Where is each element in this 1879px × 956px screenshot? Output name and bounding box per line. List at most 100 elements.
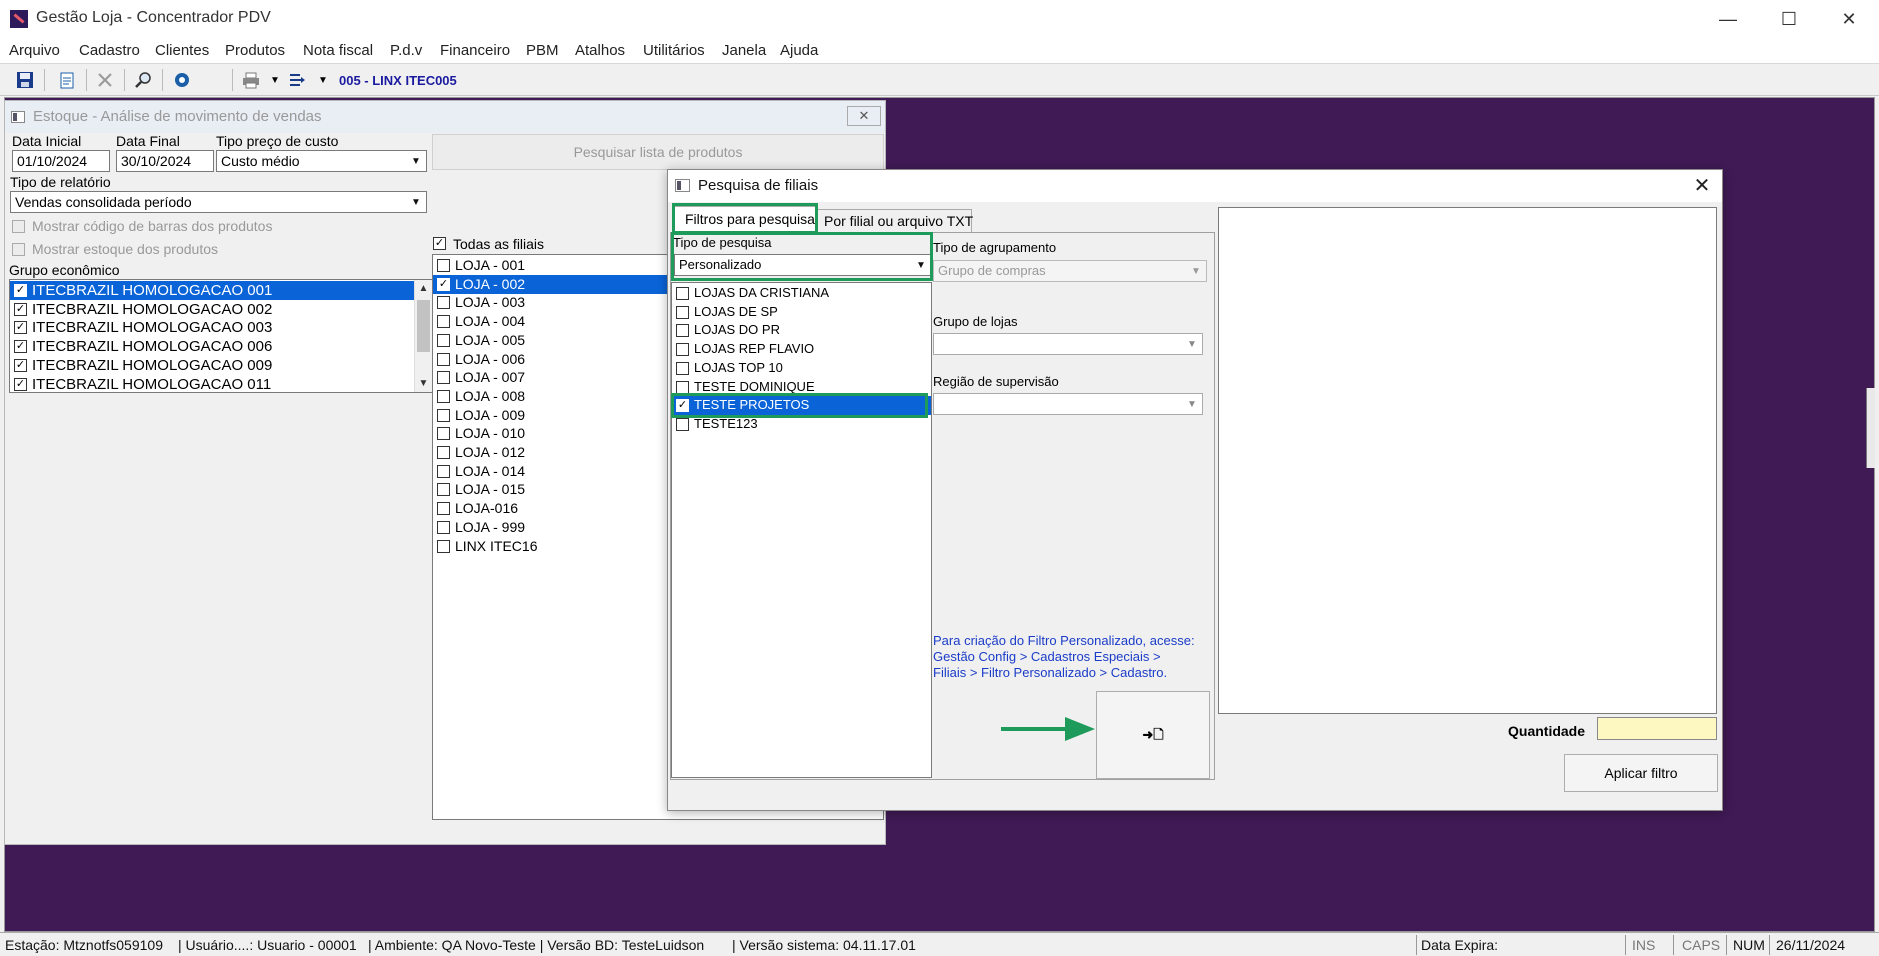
list-item[interactable]: ✓ TESTE PROJETOS: [672, 396, 931, 416]
scrollbar-thumb[interactable]: [417, 300, 430, 352]
list-item[interactable]: LOJAS REP FLAVIO: [672, 340, 931, 359]
list-item[interactable]: LOJAS TOP 10: [672, 359, 931, 378]
mostrar-estoque-checkbox[interactable]: [12, 243, 25, 256]
tipo-preco-select[interactable]: Custo médio ▼: [216, 150, 427, 172]
list-item-checkbox[interactable]: [437, 520, 450, 534]
list-item[interactable]: ✓ ITECBRAZIL HOMOLOGACAO 009: [10, 356, 414, 375]
grupo-lojas-select[interactable]: ▼: [933, 333, 1203, 355]
list-item-checkbox[interactable]: ✓: [14, 358, 27, 372]
list-item-checkbox[interactable]: [437, 296, 450, 310]
add-filter-arrow-icon[interactable]: ➜🗋: [1096, 691, 1210, 779]
scroll-up-icon[interactable]: ▲: [415, 280, 432, 297]
list-item-checkbox[interactable]: [676, 417, 689, 431]
tab-por-filial[interactable]: Por filial ou arquivo TXT: [818, 209, 973, 232]
todas-filiais-checkbox[interactable]: ✓: [433, 237, 446, 250]
menu-utilitarios[interactable]: Utilitários: [643, 42, 705, 59]
menu-financeiro[interactable]: Financeiro: [440, 42, 510, 59]
menu-produtos[interactable]: Produtos: [225, 42, 285, 59]
tab-filtros-pesquisa[interactable]: Filtros para pesquisa: [674, 206, 818, 232]
list-item-checkbox[interactable]: [437, 315, 450, 329]
estoque-window-titlebar[interactable]: Estoque - Análise de movimento de vendas…: [5, 101, 885, 133]
list-item-checkbox[interactable]: [437, 427, 450, 441]
list-item[interactable]: LOJAS DO PR: [672, 321, 931, 340]
selected-filiais-list[interactable]: [1218, 207, 1717, 714]
tipo-agrupamento-select[interactable]: Grupo de compras ▼: [933, 260, 1207, 282]
chevron-down-icon[interactable]: ▼: [1186, 261, 1206, 281]
menu-ajuda[interactable]: Ajuda: [780, 42, 818, 59]
list-item[interactable]: ✓ ITECBRAZIL HOMOLOGACAO 003: [10, 318, 414, 337]
list-item-checkbox[interactable]: [437, 539, 450, 553]
dialog-titlebar[interactable]: Pesquisa de filiais ✕: [668, 170, 1722, 202]
list-item-checkbox[interactable]: ✓: [14, 321, 27, 335]
dialog-close-button[interactable]: ✕: [1688, 173, 1716, 199]
menu-clientes[interactable]: Clientes: [155, 42, 209, 59]
new-document-icon[interactable]: [56, 69, 78, 91]
list-item-checkbox[interactable]: ✓: [14, 340, 27, 354]
list-item-checkbox[interactable]: ✓: [14, 302, 27, 316]
tipo-pesquisa-select[interactable]: Personalizado ▼: [674, 254, 932, 276]
list-item-checkbox[interactable]: [676, 305, 689, 319]
save-icon[interactable]: [14, 69, 36, 91]
filtros-personalizados-list[interactable]: TESTE123 ✓ TESTE PROJETOS TESTE DOMINIQUE LO…: [671, 282, 932, 778]
tipo-relatorio-select[interactable]: Vendas consolidada período ▼: [10, 191, 427, 213]
list-item-checkbox[interactable]: ✓: [676, 399, 689, 413]
chevron-down-icon[interactable]: ▼: [1182, 334, 1202, 354]
maximize-button[interactable]: ☐: [1766, 4, 1812, 34]
search-icon[interactable]: [132, 69, 154, 91]
list-item-checkbox[interactable]: [437, 464, 450, 478]
pesquisar-lista-produtos-button[interactable]: Pesquisar lista de produtos: [432, 134, 884, 170]
menu-pdv[interactable]: P.d.v: [390, 42, 422, 59]
list-item-checkbox[interactable]: [437, 333, 450, 347]
list-item-checkbox[interactable]: [437, 483, 450, 497]
list-item-checkbox[interactable]: [437, 352, 450, 366]
print-icon[interactable]: [240, 69, 262, 91]
list-item-checkbox[interactable]: [437, 259, 450, 272]
menu-pbm[interactable]: PBM: [526, 42, 559, 59]
list-item-checkbox[interactable]: ✓: [437, 277, 450, 291]
settings-icon[interactable]: [171, 69, 193, 91]
data-final-input[interactable]: 30/10/2024: [116, 150, 214, 172]
list-item[interactable]: TESTE123: [672, 415, 931, 434]
scroll-down-icon[interactable]: ▼: [415, 375, 432, 392]
list-item-checkbox[interactable]: ✓: [14, 377, 27, 391]
list-item-checkbox[interactable]: [437, 389, 450, 403]
list-item[interactable]: ✓ ITECBRAZIL HOMOLOGACAO 011: [10, 375, 414, 392]
list-item-checkbox[interactable]: [437, 408, 450, 422]
list-item-checkbox[interactable]: [676, 361, 689, 375]
chevron-down-icon[interactable]: ▼: [406, 192, 426, 212]
list-item-checkbox[interactable]: [676, 324, 689, 338]
mostrar-codigo-checkbox[interactable]: [12, 220, 25, 233]
quantidade-field[interactable]: [1597, 717, 1717, 740]
side-panel-handle[interactable]: [1866, 388, 1875, 468]
chevron-down-icon[interactable]: ▼: [1182, 394, 1202, 414]
export-icon[interactable]: [286, 69, 308, 91]
estoque-window-close-button[interactable]: ✕: [847, 106, 881, 126]
list-item-checkbox[interactable]: [676, 380, 689, 394]
list-item[interactable]: ✓ ITECBRAZIL HOMOLOGACAO 006: [10, 337, 414, 356]
list-item-checkbox[interactable]: [437, 371, 450, 385]
data-inicial-input[interactable]: 01/10/2024: [12, 150, 110, 172]
list-item-checkbox[interactable]: [676, 343, 689, 357]
grupo-list-scrollbar[interactable]: ▲ ▼: [414, 280, 432, 392]
regiao-supervisao-select[interactable]: ▼: [933, 393, 1203, 415]
list-item[interactable]: ✓ ITECBRAZIL HOMOLOGACAO 001: [10, 281, 414, 300]
list-item-checkbox[interactable]: [437, 502, 450, 516]
list-item[interactable]: LOJAS DE SP: [672, 303, 931, 322]
minimize-button[interactable]: —: [1705, 4, 1751, 34]
list-item-checkbox[interactable]: [676, 287, 689, 300]
list-item-checkbox[interactable]: [437, 446, 450, 459]
menu-nota-fiscal[interactable]: Nota fiscal: [303, 42, 373, 59]
delete-icon[interactable]: [94, 69, 116, 91]
menu-atalhos[interactable]: Atalhos: [575, 42, 625, 59]
list-item-checkbox[interactable]: ✓: [14, 284, 27, 297]
print-dropdown-chevron-down-icon[interactable]: ▼: [264, 69, 286, 91]
grupo-economico-list[interactable]: ✓ ITECBRAZIL HOMOLOGACAO 011 ✓ ITECBRAZIL H…: [9, 279, 433, 393]
export-dropdown-chevron-down-icon[interactable]: ▼: [312, 69, 334, 91]
list-item[interactable]: TESTE DOMINIQUE: [672, 378, 931, 397]
menu-arquivo[interactable]: Arquivo: [9, 42, 60, 59]
list-item[interactable]: ✓ ITECBRAZIL HOMOLOGACAO 002: [10, 300, 414, 319]
menu-cadastro[interactable]: Cadastro: [79, 42, 140, 59]
menu-janela[interactable]: Janela: [722, 42, 766, 59]
chevron-down-icon[interactable]: ▼: [406, 151, 426, 171]
aplicar-filtro-button[interactable]: Aplicar filtro: [1564, 754, 1718, 792]
